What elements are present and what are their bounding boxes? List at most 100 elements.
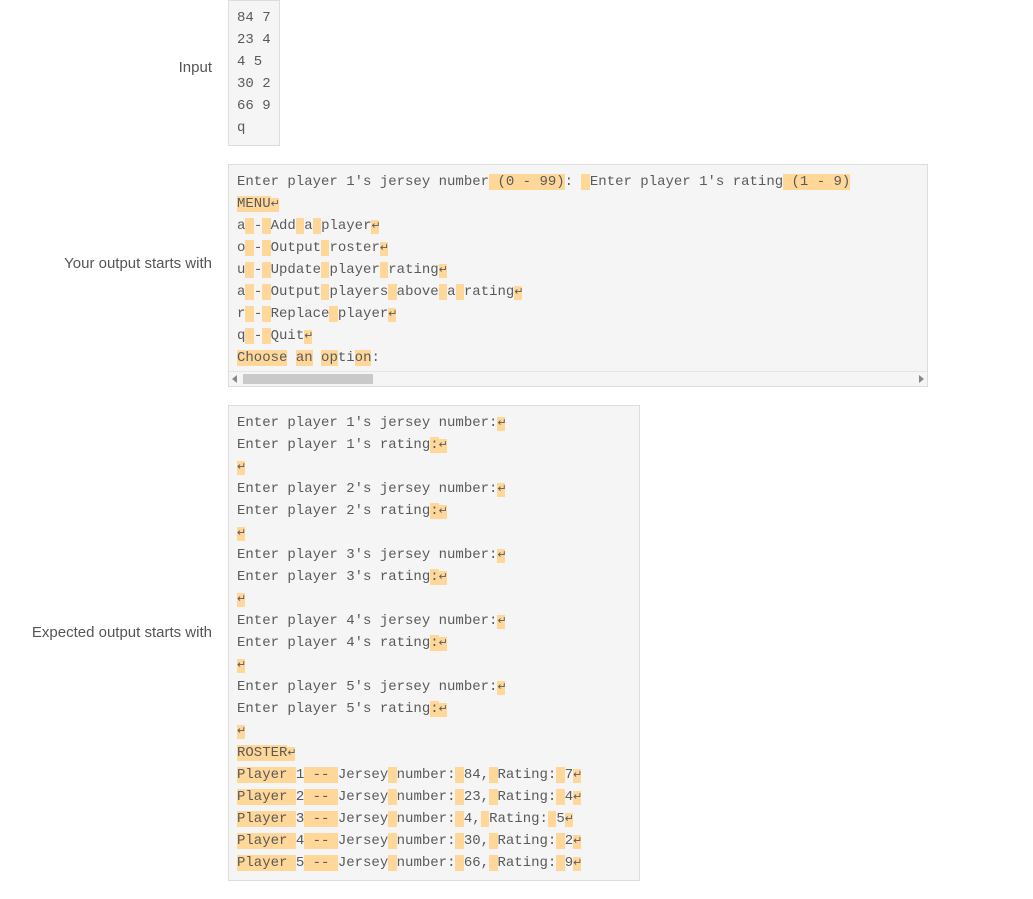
input-line: 4 5	[237, 54, 262, 70]
text: :	[371, 350, 379, 366]
text: 9	[565, 855, 573, 871]
diff-highlight	[556, 855, 564, 871]
text: Rating:	[489, 811, 548, 827]
text: -	[254, 240, 262, 256]
newline-icon: ↵	[573, 835, 581, 849]
diff-highlight: :	[430, 701, 438, 717]
newline-icon: ↵	[237, 593, 245, 607]
text	[287, 350, 295, 366]
diff-highlight: ROSTER	[237, 745, 287, 761]
text: number:	[397, 767, 456, 783]
newline-icon: ↵	[573, 857, 581, 871]
diff-highlight	[456, 284, 464, 300]
diff-highlight	[556, 833, 564, 849]
newline-icon: ↵	[237, 461, 245, 475]
diff-highlight	[455, 811, 463, 827]
input-line: 30 2	[237, 76, 271, 92]
diff-highlight	[439, 284, 447, 300]
newline-icon: ↵	[388, 308, 396, 322]
text: 7	[565, 767, 573, 783]
newline-icon: ↵	[439, 264, 447, 278]
text: rating	[464, 284, 514, 300]
diff-highlight: --	[304, 789, 338, 805]
newline-icon: ↵	[573, 791, 581, 805]
text: Rating:	[498, 833, 557, 849]
text: player	[321, 218, 371, 234]
newline-icon: ↵	[271, 198, 279, 212]
diff-highlight: :	[430, 635, 438, 651]
diff-highlight	[455, 833, 463, 849]
text: Jersey	[338, 811, 388, 827]
text: 5	[296, 855, 304, 871]
diff-highlight	[556, 789, 564, 805]
horizontal-scrollbar[interactable]	[229, 371, 927, 386]
input-label: Input	[28, 0, 228, 78]
text: roster	[329, 240, 379, 256]
diff-highlight: --	[304, 811, 338, 827]
diff-highlight	[489, 855, 497, 871]
diff-highlight: --	[304, 833, 338, 849]
text: Enter player 4's jersey number:	[237, 613, 497, 629]
diff-highlight: Player	[237, 767, 296, 783]
text: 4	[565, 789, 573, 805]
text: 4,	[464, 811, 481, 827]
diff-highlight	[262, 262, 270, 278]
text: Enter player 5's rating	[237, 701, 430, 717]
text: Enter player 1's rating	[590, 174, 783, 190]
text: Enter player 1's jersey number:	[237, 415, 497, 431]
newline-icon: ↵	[573, 769, 581, 783]
diff-highlight: Choose	[237, 350, 287, 366]
diff-highlight: Player	[237, 855, 296, 871]
text: Rating:	[498, 789, 557, 805]
text: Jersey	[338, 855, 388, 871]
your-output-row: Your output starts with Enter player 1's…	[28, 164, 1005, 387]
input-line: 66 9	[237, 98, 271, 114]
text: rating	[388, 262, 438, 278]
text: Rating:	[498, 767, 557, 783]
text: player	[338, 306, 388, 322]
text: above	[397, 284, 439, 300]
text: -	[254, 306, 262, 322]
scrollbar-thumb[interactable]	[243, 374, 373, 384]
diff-highlight: Player	[237, 789, 296, 805]
diff-highlight	[313, 218, 321, 234]
your-output-code: Enter player 1's jersey number (0 - 99):…	[228, 164, 928, 387]
results-card: Input 84 7 23 4 4 5 30 2 66 9 q Your out…	[28, 0, 1005, 881]
diff-highlight	[489, 833, 497, 849]
diff-highlight	[262, 240, 270, 256]
diff-highlight	[481, 811, 489, 827]
text: 5	[556, 811, 564, 827]
text: 84,	[464, 767, 489, 783]
diff-highlight: on	[355, 350, 372, 366]
text: number:	[397, 789, 456, 805]
text: a	[447, 284, 455, 300]
diff-highlight: :	[430, 503, 438, 519]
diff-highlight	[262, 284, 270, 300]
text: Enter player 4's rating	[237, 635, 430, 651]
text: 66,	[464, 855, 489, 871]
input-code: 84 7 23 4 4 5 30 2 66 9 q	[228, 0, 280, 146]
text: 4	[296, 833, 304, 849]
your-output-text: Enter player 1's jersey number (0 - 99):…	[229, 165, 927, 371]
text: Output	[271, 284, 321, 300]
text: Update	[271, 262, 321, 278]
input-line: q	[237, 120, 245, 136]
diff-highlight	[388, 767, 396, 783]
text: -	[254, 262, 262, 278]
newline-icon: ↵	[439, 439, 447, 453]
newline-icon: ↵	[514, 286, 522, 300]
diff-highlight	[245, 328, 253, 344]
newline-icon: ↵	[565, 813, 573, 827]
diff-highlight	[388, 833, 396, 849]
diff-highlight	[455, 767, 463, 783]
diff-highlight	[296, 218, 304, 234]
newline-icon: ↵	[497, 681, 505, 695]
diff-highlight	[388, 811, 396, 827]
newline-icon: ↵	[287, 747, 295, 761]
diff-highlight	[581, 174, 589, 190]
text: -	[254, 284, 262, 300]
expected-output-content: Enter player 1's jersey number: ↵ Enter p…	[228, 405, 1005, 881]
newline-icon: ↵	[497, 483, 505, 497]
diff-highlight: op	[321, 350, 338, 366]
newline-icon: ↵	[497, 615, 505, 629]
